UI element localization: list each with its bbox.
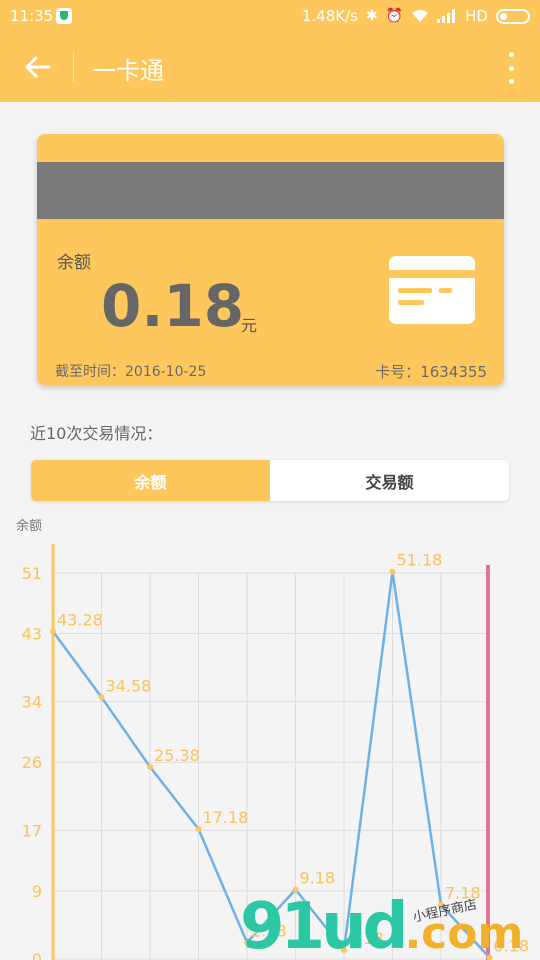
signal-icon — [437, 9, 456, 23]
watermark-logo: 91ud.com — [240, 890, 523, 960]
data-label: 34.58 — [106, 676, 152, 695]
data-point — [147, 763, 153, 770]
tab-transaction[interactable]: 交易额 — [270, 460, 509, 501]
balance-label: 余额 — [57, 253, 91, 273]
data-label: 51.18 — [397, 551, 443, 570]
watermark-main: 91ud — [240, 890, 408, 960]
y-tick-label: 34 — [22, 693, 42, 712]
more-vert-icon — [508, 52, 514, 57]
balance-value: 0.18 — [101, 272, 245, 340]
card-number: 卡号：1634355 — [375, 363, 487, 381]
y-tick-label: 9 — [32, 882, 42, 901]
battery-icon — [496, 8, 530, 24]
network-speed: 1.48K/s — [301, 7, 358, 25]
tab-balance[interactable]: 余额 — [31, 460, 270, 501]
back-button[interactable] — [18, 48, 56, 86]
data-point — [50, 628, 56, 635]
status-time: 11:35 — [10, 7, 54, 25]
data-point — [98, 694, 105, 701]
chart-toggle: 余额 交易额 — [31, 460, 509, 501]
credit-card-icon — [389, 256, 475, 324]
y-tick-label: 17 — [22, 821, 42, 840]
balance-card: 余额 0.18 元 截至时间：2016-10-25 卡号：1634355 — [37, 134, 504, 385]
bluetooth-icon: ✱ — [365, 8, 378, 24]
balance-date: 截至时间：2016-10-25 — [55, 364, 207, 380]
shield-icon — [56, 8, 72, 24]
status-right: 1.48K/s ✱ ⏰ HD — [302, 7, 530, 25]
data-point — [389, 568, 396, 575]
appbar-divider — [73, 52, 74, 82]
data-point — [195, 825, 202, 832]
y-tick-label: 26 — [22, 753, 42, 772]
data-label: 9.18 — [300, 869, 336, 888]
y-tick-label: 0 — [32, 950, 42, 960]
balance-unit: 元 — [241, 316, 258, 335]
more-button[interactable] — [506, 52, 516, 84]
wifi-icon — [412, 10, 429, 22]
back-arrow-icon — [25, 56, 51, 78]
network-type: HD — [465, 7, 488, 25]
alarm-icon: ⏰ — [385, 8, 404, 24]
data-label: 43.28 — [57, 610, 103, 629]
status-bar: 11:35 1.48K/s ✱ ⏰ HD — [0, 0, 540, 32]
card-magnetic-strip — [37, 162, 504, 219]
data-label: 25.38 — [154, 746, 200, 765]
y-tick-label: 51 — [22, 564, 42, 583]
page-title: 一卡通 — [92, 57, 164, 85]
data-label: 17.18 — [203, 808, 249, 827]
app-bar: 一卡通 — [0, 32, 540, 102]
section-title: 近10次交易情况： — [30, 424, 163, 443]
y-tick-label: 43 — [22, 625, 42, 644]
